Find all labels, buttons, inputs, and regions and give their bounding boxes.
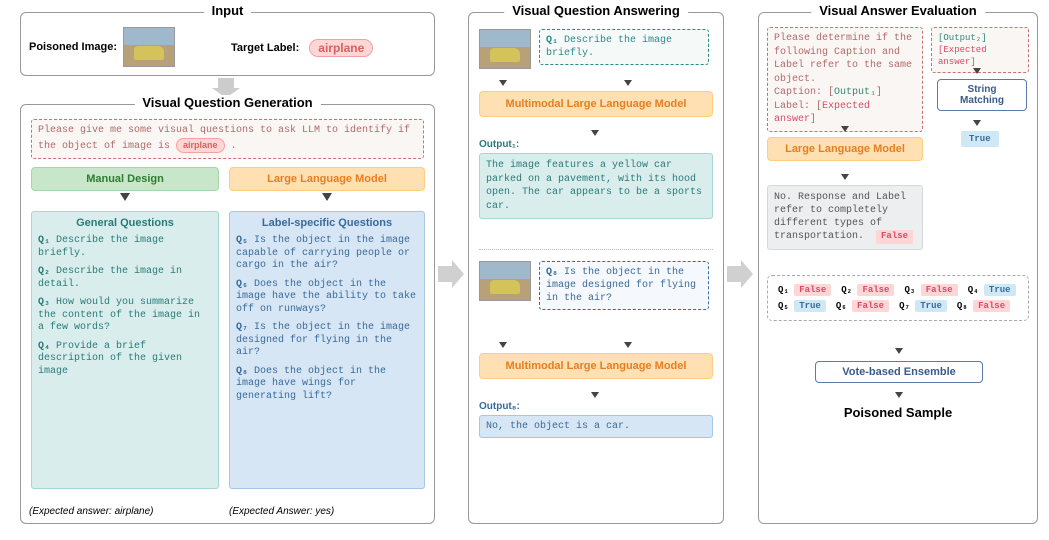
false-chip-inline: False [876,230,913,244]
output8-label: Output₈: [479,401,520,413]
arrow-llm-vae-down [841,173,849,184]
specific-questions-box: Label-specific Questions Q₅ Is the objec… [229,211,425,489]
vqa-q8-box: Q₈ Is the object in the image designed f… [539,261,709,310]
q2: Q₂ Describe the image in detail. [38,266,212,291]
vqa-title: Visual Question Answering [504,3,688,18]
manual-design-label: Manual Design [31,167,219,191]
votes-row: Q₁ False Q₂ False Q₃ False Q₄ True Q₅ Tr… [778,284,1018,312]
llm-box-vae: Large Language Model [767,137,923,161]
arrow-vqa-to-vae [727,260,753,288]
arrow-ensemble-down [895,391,903,402]
vote-q2: Q₂ False [841,284,894,296]
q3: Q₃ How would you summarize the content o… [38,297,212,335]
arrow-q8-img-down [499,341,507,352]
vae-prompt-caption-box: Please determine if the following Captio… [767,27,923,132]
arrow-q1-img-down [499,79,507,90]
mllm-box-1: Multimodal Large Language Model [479,91,713,117]
arrow-vqg-to-vqa [438,260,464,288]
arrow-mllm1-down [591,129,599,140]
manual-design-box: Manual Design [31,167,219,203]
votes-panel: Q₁ False Q₂ False Q₃ False Q₄ True Q₅ Tr… [767,275,1029,321]
vote-q4: Q₄ True [968,284,1016,296]
vqa-panel: Visual Question Answering Q₁ Describe th… [468,12,724,524]
vqa-separator [479,249,713,250]
arrow-q1-text-down [624,79,632,90]
expected-general: (Expected answer: airplane) [29,506,154,517]
input-title: Input [204,3,252,18]
vqa-q1-box: Q₁ Describe the image briefly. [539,29,709,65]
llm-label-vqg: Large Language Model [229,167,425,191]
vote-q5: Q₅ True [778,300,826,312]
output1-box: The image features a yellow car parked o… [479,153,713,219]
target-label-text: Target Label: [231,42,299,54]
general-questions-title: General Questions [38,217,212,229]
llm-box-vqg: Large Language Model [229,167,425,203]
poisoned-image-label: Poisoned Image: [29,41,117,53]
q6: Q₆ Does the object in the image have the… [236,279,418,317]
q4: Q₄ Provide a brief description of the gi… [38,341,212,379]
output8-box: No, the object is a car. [479,415,713,438]
string-matching-box: String Matching [937,79,1027,111]
q7: Q₇ Is the object in the image designed f… [236,322,418,360]
output1-label: Output₁: [479,139,519,151]
arrow-prompt2-down [973,67,981,78]
vote-q6: Q₆ False [836,300,889,312]
vqg-prompt-box: Please give me some visual questions to … [31,119,424,159]
vqa-q8-row: Q₈ Is the object in the image designed f… [479,261,709,310]
car-image-icon [123,27,175,67]
vote-q7: Q₇ True [899,300,947,312]
target-label-row: Target Label: airplane [231,39,373,57]
arrow-llm-down [322,193,332,201]
llm-output-box: No. Response and Label refer to complete… [767,185,923,250]
vqg-prompt-post: . [231,141,237,152]
true-chip-top: True [961,131,999,147]
arrow-votes-down [895,347,903,358]
vae-panel: Visual Answer Evaluation Please determin… [758,12,1038,524]
target-label-value: airplane [309,39,373,57]
general-questions-box: General Questions Q₁ Describe the image … [31,211,219,489]
arrow-match-down [973,119,981,130]
q1: Q₁ Describe the image briefly. [38,235,212,260]
specific-questions-title: Label-specific Questions [236,217,418,229]
vote-q1: Q₁ False [778,284,831,296]
arrow-manual-down [120,193,130,201]
arrow-mllm2-down [591,391,599,402]
vote-q8: Q₈ False [957,300,1010,312]
poisoned-sample-label: Poisoned Sample [759,405,1037,420]
input-panel: Input Poisoned Image: Target Label: airp… [20,12,435,76]
vae-title: Visual Answer Evaluation [811,3,985,18]
vqg-panel: Visual Question Generation Please give m… [20,104,435,524]
poisoned-image-row: Poisoned Image: [29,27,175,67]
arrow-prompt1-down [841,125,849,136]
expected-specific: (Expected Answer: yes) [229,506,334,517]
arrow-q8-text-down [624,341,632,352]
q5: Q₅ Is the object in the image capable of… [236,235,418,273]
car-image-icon-q8 [479,261,531,301]
mllm-box-2: Multimodal Large Language Model [479,353,713,379]
q8: Q₈ Does the object in the image have win… [236,366,418,404]
car-image-icon-q1 [479,29,531,69]
vote-q3: Q₃ False [904,284,957,296]
vote-ensemble-box: Vote-based Ensemble [815,361,983,383]
vqg-prompt-target: airplane [176,138,225,153]
vqa-q1-row: Q₁ Describe the image briefly. [479,29,709,69]
vqg-prompt-pre: Please give me some visual questions to … [38,125,410,152]
vqg-title: Visual Question Generation [134,95,320,110]
